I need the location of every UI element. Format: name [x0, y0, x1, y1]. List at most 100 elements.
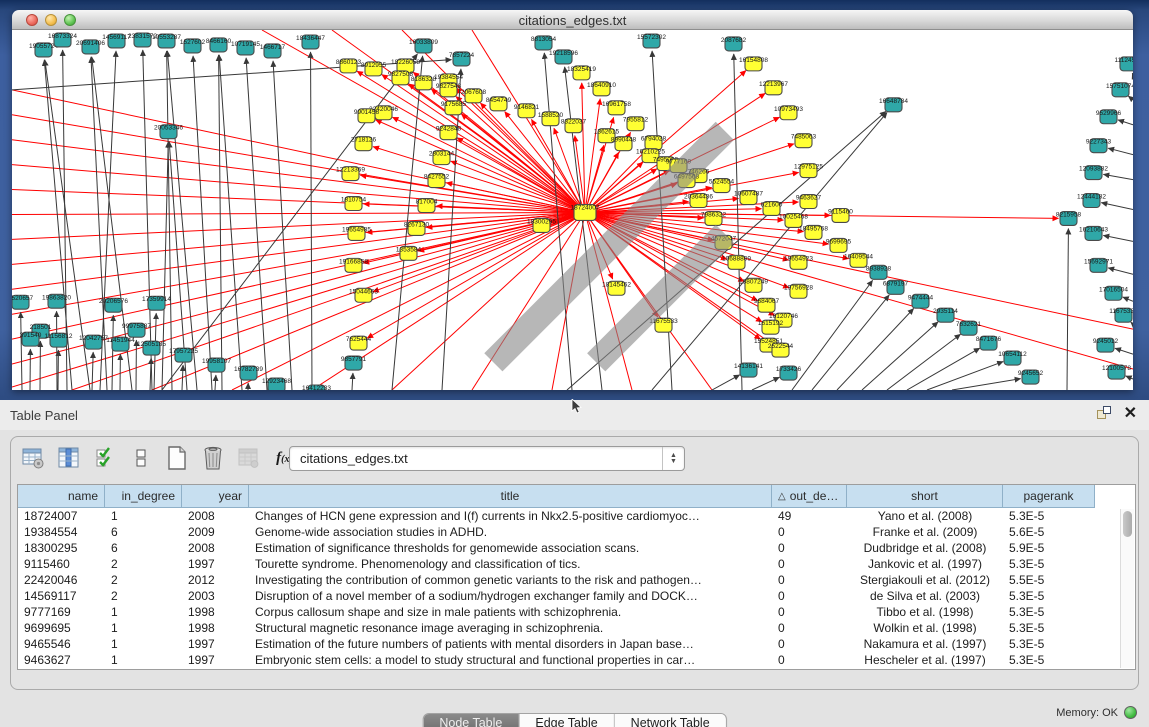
table-cell: 0 — [772, 572, 847, 588]
node-table-header-row: namein_degreeyeartitle△out_de…shortpager… — [18, 485, 1095, 508]
table-cell: 2 — [105, 556, 182, 572]
network-view-window: citations_edges.txt 19055724168733242069… — [12, 10, 1133, 390]
table-cell: 5.3E-5 — [1003, 620, 1095, 636]
table-cell: 49 — [772, 508, 847, 524]
column-header-pagerank[interactable]: pagerank — [1003, 485, 1095, 508]
node-table: namein_degreeyeartitle△out_de…shortpager… — [17, 484, 1136, 670]
table-row[interactable]: 977716911998Corpus callosum shape and si… — [18, 604, 1119, 620]
rows-icon[interactable] — [127, 445, 154, 472]
table-cell: 0 — [772, 620, 847, 636]
network-window-titlebar[interactable]: citations_edges.txt — [12, 10, 1133, 30]
float-window-icon[interactable] — [1096, 406, 1112, 422]
tab-edge-table[interactable]: Edge Table — [519, 714, 614, 727]
table-cell: 1997 — [182, 636, 249, 652]
table-cell: 5.3E-5 — [1003, 588, 1095, 604]
table-row[interactable]: 1938455462009Genome-wide association stu… — [18, 524, 1119, 540]
table-cell: 0 — [772, 540, 847, 556]
delete-table-icon — [235, 445, 262, 472]
table-row[interactable]: 969969511998Structural magnetic resonanc… — [18, 620, 1119, 636]
column-header-title[interactable]: title — [249, 485, 772, 508]
sort-ascending-icon: △ — [778, 491, 786, 502]
table-cell: 1998 — [182, 620, 249, 636]
table-cell: 2012 — [182, 572, 249, 588]
table-cell: 19384554 — [18, 524, 105, 540]
table-panel-title: Table Panel — [10, 408, 78, 423]
column-header-indegree[interactable]: in_degree — [105, 485, 182, 508]
table-row[interactable]: 946554611997Estimation of the future num… — [18, 636, 1119, 652]
table-cell: 14569117 — [18, 588, 105, 604]
table-cell: 18724007 — [18, 508, 105, 524]
column-header-outde[interactable]: △out_de… — [772, 485, 847, 508]
table-cell: 2008 — [182, 540, 249, 556]
table-cell: Genome-wide association studies in ADHD. — [249, 524, 772, 540]
table-row[interactable]: 911546021997Tourette syndrome. Phenomeno… — [18, 556, 1119, 572]
table-cell: 9465546 — [18, 636, 105, 652]
network-canvas[interactable]: 1905572416873324206914061456911723831572… — [12, 30, 1133, 390]
table-cell: 0 — [772, 604, 847, 620]
table-selector-dropdown[interactable]: citations_edges.txt ▲▼ — [289, 446, 685, 471]
scrollbar-thumb[interactable] — [1123, 511, 1132, 537]
citation-edge — [1132, 73, 1133, 75]
table-row[interactable]: 2242004622012Investigating the contribut… — [18, 572, 1119, 588]
table-cell: 5.3E-5 — [1003, 556, 1095, 572]
table-cell: 9777169 — [18, 604, 105, 620]
table-cell: Hescheler et al. (1997) — [847, 652, 1003, 668]
table-cell: Tourette syndrome. Phenomenology and cla… — [249, 556, 772, 572]
column-header-name[interactable]: name — [18, 485, 105, 508]
tab-network-table[interactable]: Network Table — [615, 714, 726, 727]
table-cell: 22420046 — [18, 572, 105, 588]
table-type-tabs: Node TableEdge TableNetwork Table — [422, 713, 726, 727]
table-cell: 2008 — [182, 508, 249, 524]
table-cell: 0 — [772, 652, 847, 668]
table-cell: 1997 — [182, 556, 249, 572]
table-cell: 2009 — [182, 524, 249, 540]
table-cell: 5.3E-5 — [1003, 652, 1095, 668]
table-cell: 0 — [772, 588, 847, 604]
table-cell: 9463627 — [18, 652, 105, 668]
table-cell: 1 — [105, 636, 182, 652]
column-header-year[interactable]: year — [182, 485, 249, 508]
column-header-short[interactable]: short — [847, 485, 1003, 508]
column-edit-icon[interactable] — [55, 445, 82, 472]
table-settings-icon[interactable] — [19, 445, 46, 472]
table-cell: Stergiakouli et al. (2012) — [847, 572, 1003, 588]
table-row[interactable]: 946362711997Embryonic stem cells: a mode… — [18, 652, 1119, 668]
table-cell: 2 — [105, 572, 182, 588]
table-cell: 5.9E-5 — [1003, 540, 1095, 556]
table-cell: 1 — [105, 604, 182, 620]
table-cell: Wolkin et al. (1998) — [847, 620, 1003, 636]
table-cell: 6 — [105, 540, 182, 556]
table-cell: Tibbo et al. (1998) — [847, 604, 1003, 620]
table-row[interactable]: 1830029562008Estimation of significance … — [18, 540, 1119, 556]
table-cell: Nakamura et al. (1997) — [847, 636, 1003, 652]
dropdown-spinner-icon: ▲▼ — [662, 447, 684, 470]
table-cell: 6 — [105, 524, 182, 540]
table-cell: 1 — [105, 508, 182, 524]
node-table-body: 1872400712008Changes of HCN gene express… — [18, 508, 1119, 669]
delete-trash-icon[interactable] — [199, 445, 226, 472]
new-table-icon[interactable] — [163, 445, 190, 472]
table-cell: Franke et al. (2009) — [847, 524, 1003, 540]
table-cell: 18300295 — [18, 540, 105, 556]
table-cell: 1 — [105, 620, 182, 636]
cytoscape-desktop: citations_edges.txt 19055724168733242069… — [0, 0, 1149, 727]
memory-status-icon[interactable] — [1124, 706, 1137, 719]
table-vertical-scrollbar[interactable] — [1120, 509, 1134, 668]
table-cell: 0 — [772, 556, 847, 572]
close-icon[interactable]: ✕ — [1124, 406, 1137, 422]
table-row[interactable]: 1456911722003Disruption of a novel membe… — [18, 588, 1119, 604]
table-cell: Corpus callosum shape and size in male p… — [249, 604, 772, 620]
select-checkmarks-icon[interactable] — [91, 445, 118, 472]
table-row[interactable]: 1872400712008Changes of HCN gene express… — [18, 508, 1119, 524]
tab-node-table[interactable]: Node Table — [423, 714, 519, 727]
table-cell: Changes of HCN gene expression and I(f) … — [249, 508, 772, 524]
table-cell: Disruption of a novel member of a sodium… — [249, 588, 772, 604]
table-panel-groupbox: f(x) citations_edges.txt ▲▼ namein_degre… — [10, 436, 1139, 690]
table-cell: 1998 — [182, 604, 249, 620]
table-cell: Structural magnetic resonance image aver… — [249, 620, 772, 636]
window-resize-grip[interactable] — [12, 30, 1131, 388]
table-cell: Dudbridge et al. (2008) — [847, 540, 1003, 556]
table-cell: Estimation of significance thresholds fo… — [249, 540, 772, 556]
table-cell: 2 — [105, 588, 182, 604]
table-cell: Estimation of the future numbers of pati… — [249, 636, 772, 652]
